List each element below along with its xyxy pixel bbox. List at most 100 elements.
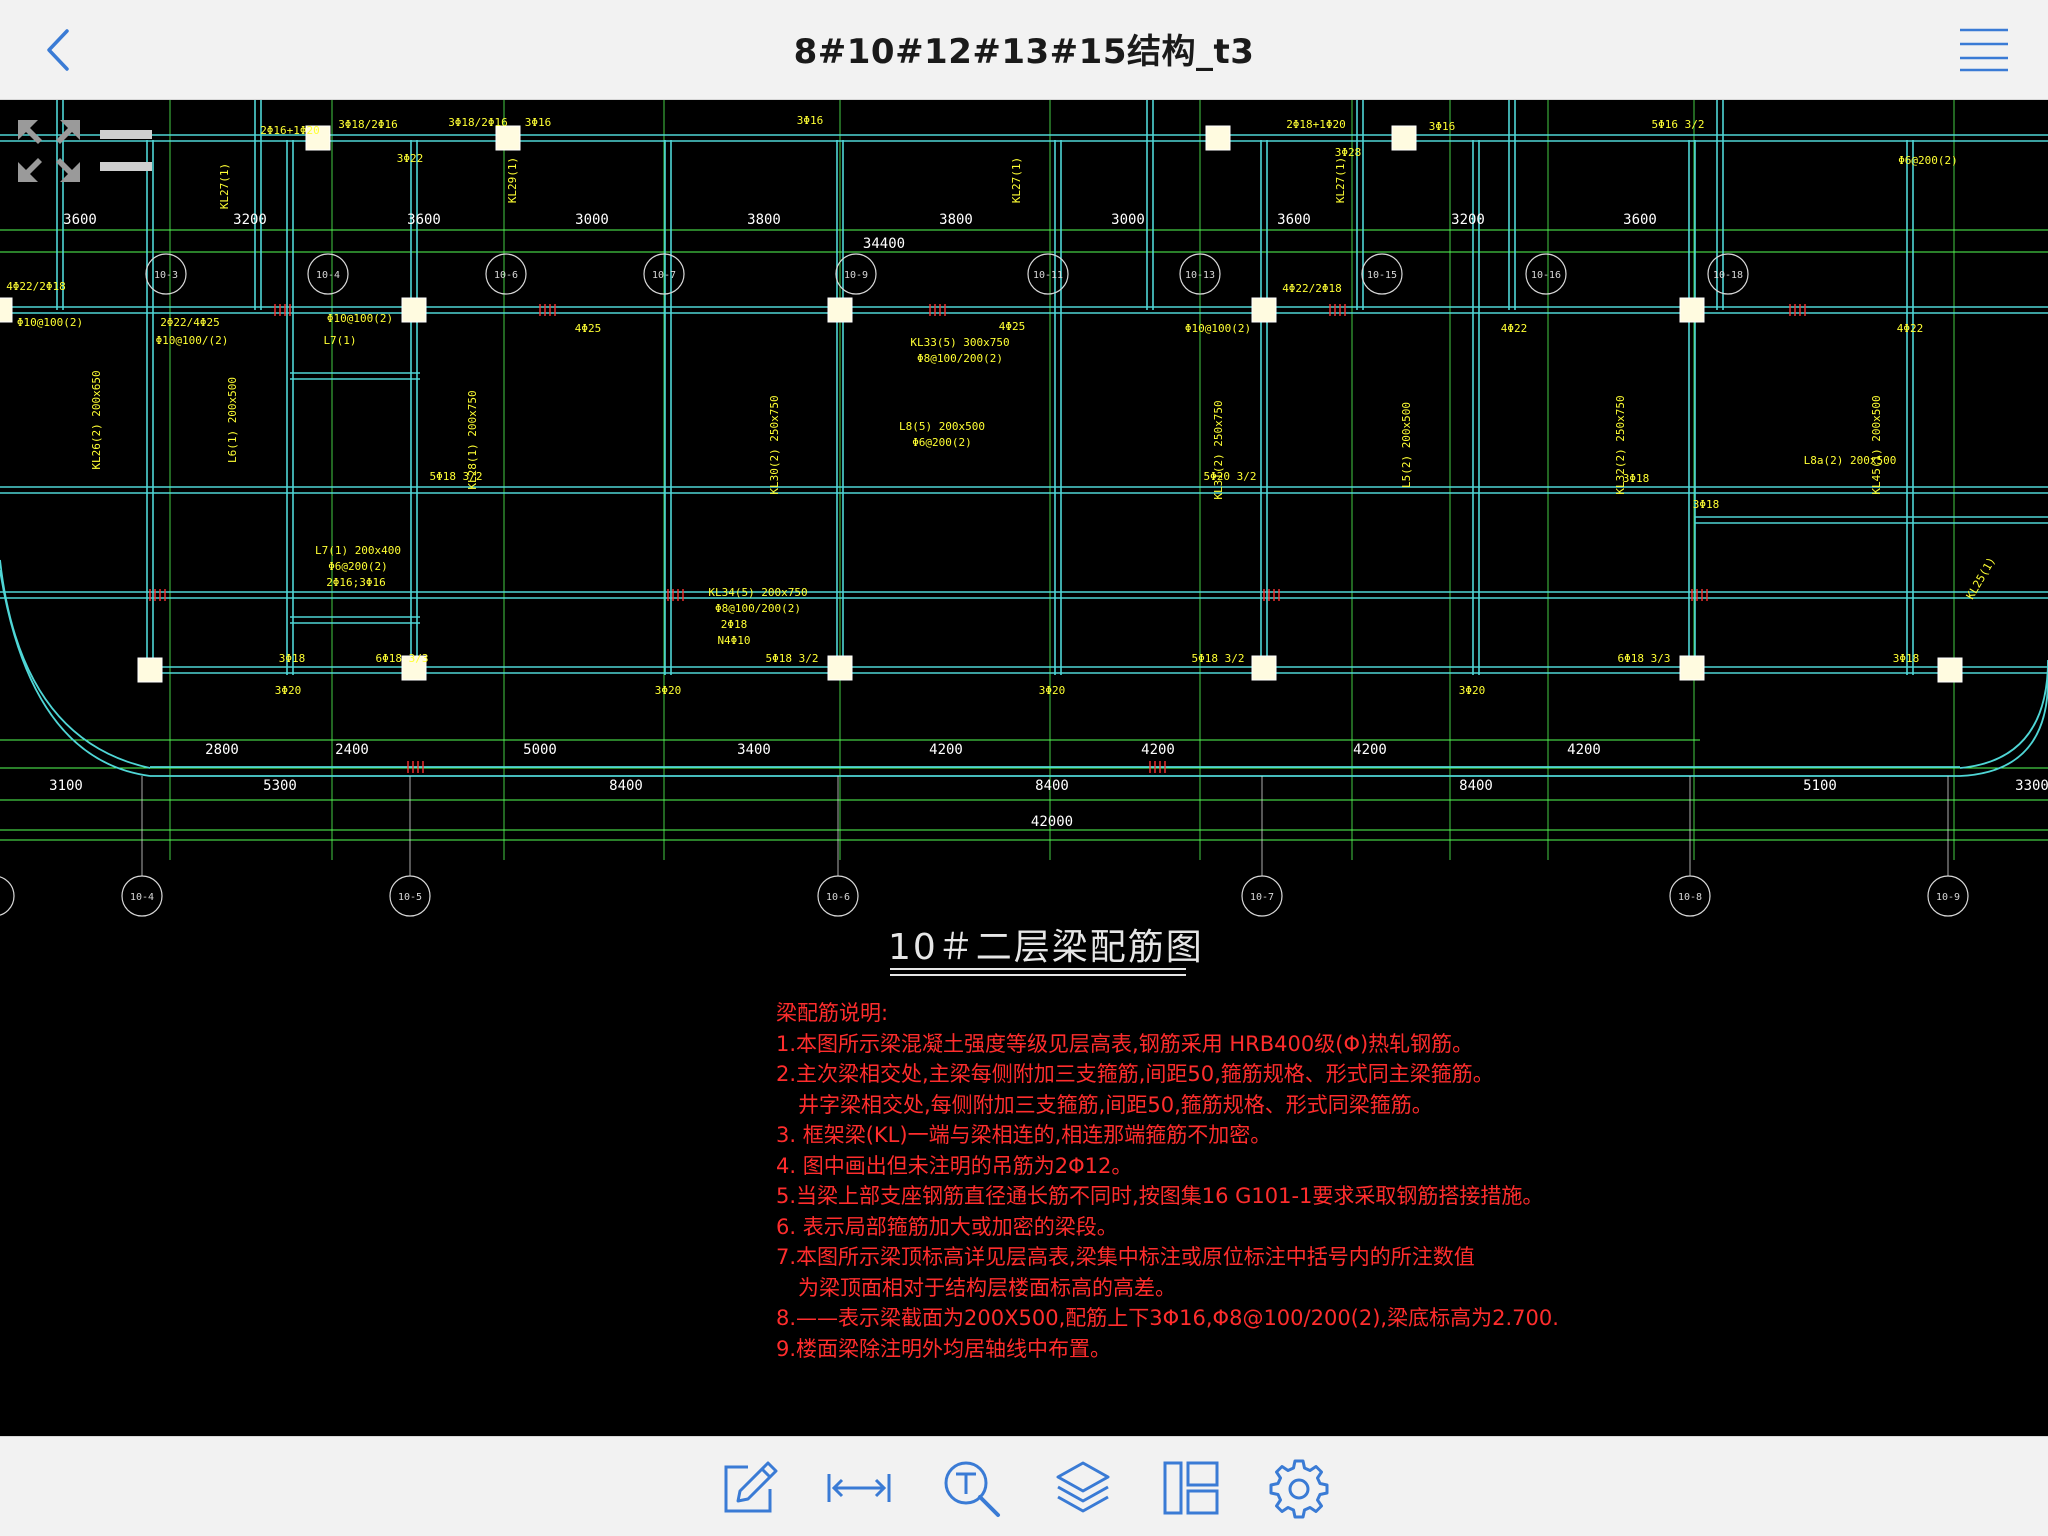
note-item: 7.本图所示梁顶标高详见层高表,梁集中标注或原位标注中括号内的所注数值 [776,1245,1475,1269]
axis-label: 10-8 [1678,892,1702,903]
beam-label: 2Φ22/4Φ25 [160,316,220,329]
dimension-value: 5100 [1803,778,1837,794]
beam-label: 6Φ18 3/3 [376,652,429,665]
notes-heading: 梁配筋说明: [776,1001,889,1025]
curved-edge [0,569,151,777]
beam-label: 3Φ16 [1429,120,1456,133]
axis-label: 10-6 [826,892,850,903]
dimension-value: 3600 [1277,212,1311,228]
beam-label: L7(1) 200x400 [315,544,401,557]
column-block [401,297,427,323]
beam-label: 3Φ16 [797,114,824,127]
beam-label: 6Φ18 3/3 [1618,652,1671,665]
beam-label: 3Φ20 [655,684,682,697]
note-item: 9.楼面梁除注明外均居轴线中布置。 [776,1336,1112,1361]
beam-label: KL33(5) 300x750 [910,336,1009,349]
axis-label: 10-4 [316,270,340,281]
dimension-total: 42000 [1031,814,1073,830]
dimension-value: 3300 [2015,778,2048,794]
gear-icon [1269,1459,1329,1519]
fit-screen-button[interactable] [14,116,84,186]
beam-label: 4Φ22 [1897,322,1924,335]
column-block [827,655,853,681]
dimension-value: 3200 [1451,212,1485,228]
beam-label: N4Φ10 [717,634,750,647]
layers-tool-button[interactable] [1050,1455,1116,1521]
beam-label: KL27(1) [218,163,231,209]
dimension-value: 2400 [335,742,369,758]
beam-label: 4Φ22 [1501,322,1528,335]
edit-tool-button[interactable] [716,1455,782,1521]
beam-labels: 4Φ22/2Φ18 Φ10@100(2) 2Φ22/4Φ25 Φ10@100/(2) Φ… [6,114,1998,697]
reinforcement-notes: 梁配筋说明: 1.本图所示梁混凝土强度等级见层高表,钢筋采用 HRB400级(Φ… [776,998,1559,1364]
beam-label: 3Φ18 [279,652,306,665]
beam-label: Φ6@200(2) [1898,154,1958,167]
beam-label: 3Φ18/2Φ16 [448,116,508,129]
beam-label: L6(1) 200x500 [226,377,239,463]
note-item: 2.主次梁相交处,主梁每侧附加三支箍筋,间距50,箍筋规格、形式同主梁箍筋。 [776,1062,1494,1086]
document-title: 8#10#12#13#15结构_t3 [793,32,1255,72]
beam-label: 4Φ22/2Φ18 [6,280,66,293]
dimension-value: 3800 [939,212,973,228]
settings-tool-button[interactable] [1266,1455,1332,1521]
axis-label: 10-18 [1713,270,1743,281]
side-marker [100,162,152,171]
beam-label: Φ8@100/200(2) [715,602,801,615]
beam-label: 2Φ16+1Φ20 [260,124,320,137]
dimension-value: 3600 [63,212,97,228]
axis-label: 10-7 [1250,892,1274,903]
column-block [1679,655,1705,681]
dimension-value: 8400 [1459,778,1493,794]
curved-edge [1959,679,2048,777]
column-block [827,297,853,323]
dimension-value: 4200 [929,742,963,758]
layout-tool-button[interactable] [1158,1455,1224,1521]
measure-tool-button[interactable] [826,1455,892,1521]
note-item: 4. 图中画出但未注明的吊筋为2Φ12。 [776,1153,1133,1178]
text-search-tool-button[interactable] [938,1455,1004,1521]
beam-label: 3Φ16 [525,116,552,129]
axis-label: 10-5 [398,892,422,903]
expand-arrows-icon [18,120,80,182]
column-block [1205,125,1231,151]
beam-label: L8a(2) 200x500 [1804,454,1897,467]
beam-label: 4Φ22/2Φ18 [1282,282,1342,295]
beam-label: 3Φ20 [1459,684,1486,697]
axis-label: 10-11 [1033,270,1063,281]
pencil-edit-icon [724,1461,778,1513]
beam-label: 4Φ25 [999,320,1026,333]
dimension-value: 4200 [1353,742,1387,758]
beam-label: KL45(1) 200x500 [1870,395,1883,494]
beam-label: 3Φ18/2Φ16 [338,118,398,131]
note-item: 井字梁相交处,每侧附加三支箍筋,间距50,箍筋规格、形式同梁箍筋。 [798,1092,1433,1117]
top-navigation-bar: 8#10#12#13#15结构_t3 [0,0,2048,100]
dimension-value: 8400 [1035,778,1069,794]
layers-icon [1056,1461,1110,1513]
dimension-value: 3100 [49,778,83,794]
beam-label: KL27(1) [1010,157,1023,203]
beam-label: KL26(2) 200x650 [90,370,103,469]
dimension-value: 3400 [737,742,771,758]
dimension-value: 5300 [263,778,297,794]
beam-label: 2Φ18 [721,618,748,631]
beam-label: 2Φ16;3Φ16 [326,576,386,589]
drawing-canvas[interactable]: 10-3 10-4 10-6 10-7 10-9 10-11 10-13 10-15 10-16… [0,100,2048,1436]
dimension-value: 3800 [747,212,781,228]
note-item: 为梁顶面相对于结构层楼面标高的高差。 [798,1275,1176,1300]
beam-label: Φ10@100(2) [17,316,83,329]
menu-button[interactable] [1956,24,2012,76]
beam-label: 5Φ18 3/2 [766,652,819,665]
beam-label: L7(1) [323,334,356,347]
axis-label: 10-9 [844,270,868,281]
dimension-value: 3200 [233,212,267,228]
layout-panels-icon [1163,1461,1219,1515]
dimension-total: 34400 [863,236,905,252]
beam-label: L5(2) 200x500 [1400,402,1413,488]
beam-label: KL34(5) 200x750 [708,586,807,599]
beam-label: KL30(2) 250x750 [768,395,781,494]
dimension-value: 3000 [575,212,609,228]
drawing-title: 10＃二层梁配筋图 [888,927,1204,968]
axis-label: 10-9 [1936,892,1960,903]
axis-label: 10-3 [154,270,178,281]
axis-label: 10-6 [494,270,518,281]
